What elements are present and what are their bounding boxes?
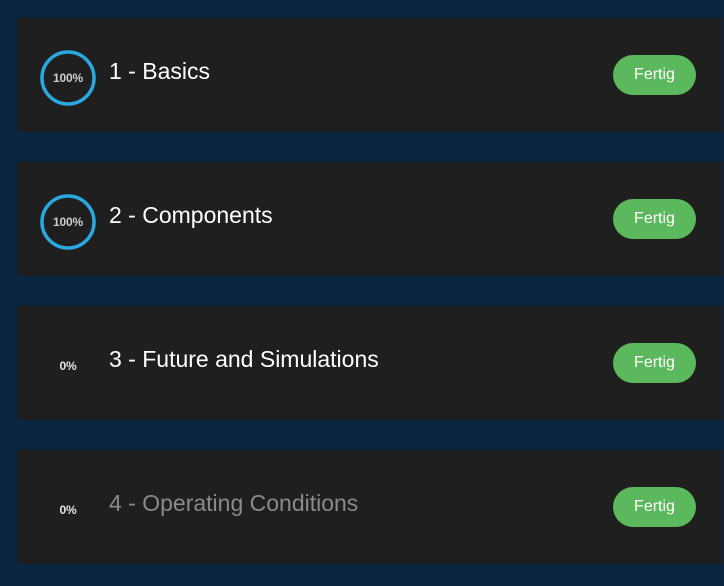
status-badge: Fertig: [613, 199, 696, 239]
progress-percent: 0%: [59, 359, 77, 373]
status-badge: Fertig: [613, 343, 696, 383]
progress-ring: 0%: [39, 337, 97, 395]
status-badge: Fertig: [613, 487, 696, 527]
module-title[interactable]: 3 - Future and Simulations: [109, 344, 379, 374]
progress-ring: 100%: [39, 49, 97, 107]
module-card-future-and-simulations[interactable]: 0% 3 - Future and Simulations Fertig: [17, 306, 723, 420]
progress-ring: 100%: [39, 193, 97, 251]
module-title[interactable]: 1 - Basics: [109, 56, 210, 86]
progress-percent: 100%: [53, 215, 83, 229]
page: { "modules": [ { "progress": "100%", "pr…: [0, 0, 724, 586]
module-title[interactable]: 2 - Components: [109, 200, 273, 230]
progress-percent: 100%: [53, 71, 83, 85]
status-badge: Fertig: [613, 55, 696, 95]
module-title: 4 - Operating Conditions: [109, 490, 359, 516]
progress-percent: 0%: [59, 503, 77, 517]
module-card-basics[interactable]: 100% 1 - Basics Fertig: [17, 18, 723, 132]
progress-ring: 0%: [39, 481, 97, 539]
module-card-operating-conditions: 0% 4 - Operating Conditions Fertig: [17, 450, 723, 564]
module-card-components[interactable]: 100% 2 - Components Fertig: [17, 162, 723, 276]
